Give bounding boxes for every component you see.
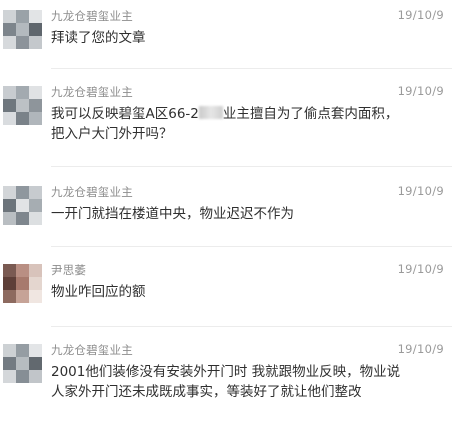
comment-text: 2001他们装修没有安装外开门时 我就跟物业反映，物业说人家外开门还未成既成事实… [51,364,401,400]
comment-text: 我可以反映碧玺A区66-2 业主擅自为了偷点套内面积，把入户大门外开吗？ [51,104,403,144]
divider [51,166,452,167]
divider [51,68,452,69]
comment-date: 19/10/9 [397,262,444,276]
comment-text-part: 我可以反映碧玺A区66-2 [51,106,199,122]
comment-list: 九龙仓碧玺业主 19/10/9 拜读了您的文章 九龙仓碧玺业主 19/10/9 … [0,0,452,424]
redacted-mask [198,106,223,119]
comment-item: 九龙仓碧玺业主 19/10/9 一开门就挡在楼道中央，物业迟迟不作为 [0,182,452,242]
comment-date: 19/10/9 [397,342,444,356]
comment-text: 一开门就挡在楼道中央，物业迟迟不作为 [51,206,294,222]
comment-item: 九龙仓碧玺业主 19/10/9 拜读了您的文章 [0,6,452,66]
comment-date: 19/10/9 [397,184,444,198]
comment-text: 拜读了您的文章 [51,30,146,46]
comment-username[interactable]: 九龙仓碧玺业主 [51,84,133,100]
avatar[interactable] [3,86,42,125]
avatar[interactable] [3,264,42,303]
comment-item: 九龙仓碧玺业主 19/10/9 2001他们装修没有安装外开门时 我就跟物业反映… [0,340,452,424]
comment-username[interactable]: 尹思萎 [51,262,86,278]
comment-username[interactable]: 九龙仓碧玺业主 [51,8,133,24]
divider [51,326,452,327]
comment-username[interactable]: 九龙仓碧玺业主 [51,342,133,358]
avatar[interactable] [3,10,42,49]
comment-date: 19/10/9 [397,84,444,98]
divider [51,246,452,247]
avatar[interactable] [3,186,42,225]
comment-item: 尹思萎 19/10/9 物业咋回应的额 [0,260,452,320]
comment-username[interactable]: 九龙仓碧玺业主 [51,184,133,200]
avatar[interactable] [3,344,42,383]
comment-text: 物业咋回应的额 [51,284,146,300]
comment-date: 19/10/9 [397,8,444,22]
comment-item: 九龙仓碧玺业主 19/10/9 我可以反映碧玺A区66-2 业主擅自为了偷点套内面… [0,82,452,162]
